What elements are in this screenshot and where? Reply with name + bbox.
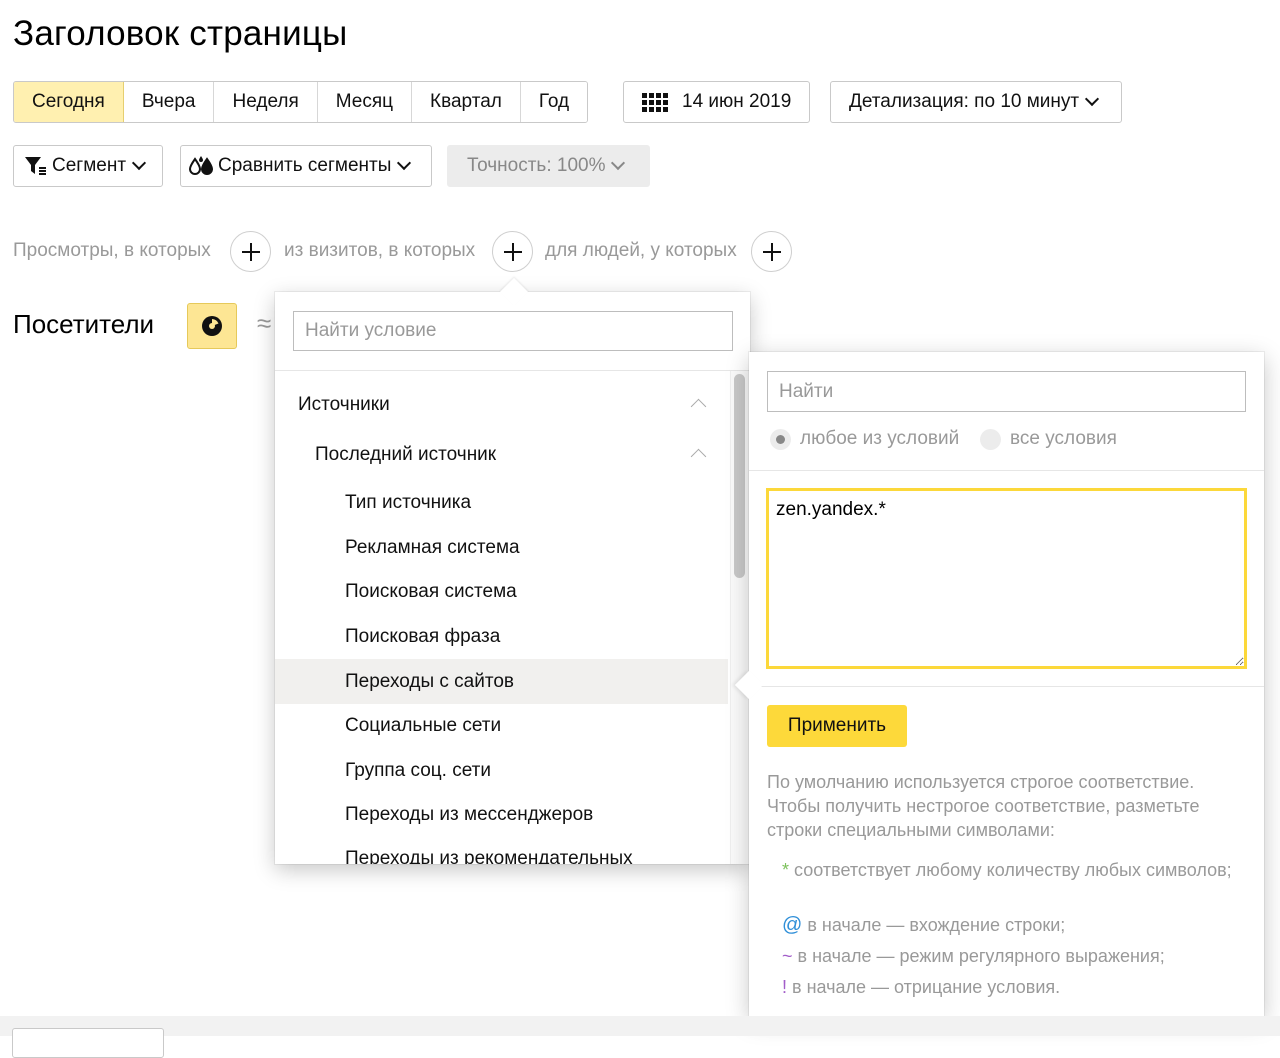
pie-chart-icon bbox=[202, 316, 222, 336]
period-selector: Сегодня Вчера Неделя Месяц Квартал Год bbox=[13, 81, 589, 123]
funnel-icon bbox=[25, 157, 46, 175]
list-item-label: Последний источник bbox=[315, 444, 497, 465]
period-year[interactable]: Год bbox=[520, 82, 588, 122]
visitors-title: Посетители bbox=[13, 309, 155, 339]
approx-sign: ≈ bbox=[257, 308, 272, 338]
list-item[interactable]: Группа соц. сети bbox=[275, 748, 728, 793]
period-yesterday[interactable]: Вчера bbox=[123, 82, 215, 122]
apply-button[interactable]: Применить bbox=[767, 705, 907, 747]
chevron-up-icon bbox=[690, 398, 707, 415]
condition-search-input[interactable] bbox=[293, 311, 733, 351]
people-condition-label: для людей, у которых bbox=[545, 240, 737, 261]
period-today[interactable]: Сегодня bbox=[14, 82, 124, 122]
hint-item-regex: ~ в начале — режим регулярного выражения… bbox=[782, 944, 1242, 968]
views-condition-label: Просмотры, в которых bbox=[13, 240, 211, 261]
detail-label: Детализация: по 10 минут bbox=[849, 91, 1080, 112]
scrollbar-thumb[interactable] bbox=[734, 374, 745, 578]
hint-item-wildcard: * соответствует любому количеству любых … bbox=[782, 858, 1242, 882]
list-item-sources[interactable]: Источники bbox=[275, 382, 728, 427]
accuracy-button[interactable]: Точность: 100% bbox=[447, 145, 650, 187]
radio-label: все условия bbox=[1010, 428, 1117, 449]
radio-any-condition[interactable]: любое из условий bbox=[770, 428, 959, 450]
segment-button[interactable]: Сегмент bbox=[13, 145, 163, 187]
at-symbol: @ bbox=[782, 914, 803, 936]
list-item-highlighted[interactable]: Переходы с сайтов bbox=[275, 659, 728, 704]
period-quarter[interactable]: Квартал bbox=[412, 82, 521, 122]
hint-item-text: соответствует любому количеству любых си… bbox=[789, 860, 1232, 880]
chevron-down-icon bbox=[397, 155, 412, 171]
period-week[interactable]: Неделя bbox=[214, 82, 318, 122]
radio-label: любое из условий bbox=[800, 428, 960, 449]
divider bbox=[749, 470, 1264, 471]
add-visits-condition-button[interactable] bbox=[492, 231, 533, 272]
chevron-down-icon bbox=[611, 155, 626, 171]
hint-item-contains: @ в начале — вхождение строки; bbox=[782, 913, 1242, 937]
accuracy-label: Точность: 100% bbox=[467, 155, 606, 176]
period-month[interactable]: Месяц bbox=[317, 82, 413, 122]
bottom-strip bbox=[0, 1016, 1280, 1036]
chart-type-button[interactable] bbox=[187, 303, 237, 349]
asterisk-symbol: * bbox=[782, 860, 790, 880]
radio-dot bbox=[770, 428, 791, 450]
bottom-button[interactable] bbox=[12, 1028, 164, 1058]
list-item-last-source[interactable]: Последний источник bbox=[275, 432, 728, 477]
divider bbox=[749, 686, 1264, 687]
hint-item-text: в начале — режим регулярного выражения; bbox=[792, 946, 1165, 966]
compare-segments-button[interactable]: Сравнить сегменты bbox=[180, 145, 432, 187]
compare-segments-label: Сравнить сегменты bbox=[218, 155, 392, 176]
radio-dot bbox=[980, 428, 1001, 450]
list-item-label: Источники bbox=[298, 394, 390, 415]
add-views-condition-button[interactable] bbox=[230, 231, 271, 272]
list-item[interactable]: Переходы из рекомендательных bbox=[275, 836, 728, 864]
list-item[interactable]: Тип источника bbox=[275, 480, 728, 525]
list-item[interactable]: Поисковая фраза bbox=[275, 614, 728, 659]
add-people-condition-button[interactable] bbox=[751, 231, 792, 272]
hint-item-text: в начале — отрицание условия. bbox=[787, 977, 1061, 997]
calendar-icon bbox=[642, 92, 668, 112]
list-item[interactable]: Поисковая система bbox=[275, 569, 728, 614]
chevron-down-icon bbox=[131, 155, 147, 171]
list-item[interactable]: Переходы из мессенджеров bbox=[275, 792, 728, 837]
hint-text: По умолчанию используется строгое соотве… bbox=[767, 772, 1200, 840]
drops-icon bbox=[189, 156, 214, 175]
chevron-up-icon bbox=[690, 448, 707, 465]
date-label: 14 июн 2019 bbox=[682, 91, 792, 112]
condition-dropdown: Источники Последний источник Тип источни… bbox=[275, 292, 750, 864]
visits-condition-label: из визитов, в которых bbox=[284, 240, 476, 261]
date-picker-button[interactable]: 14 июн 2019 bbox=[623, 81, 810, 123]
value-search-input[interactable] bbox=[767, 371, 1246, 412]
tilde-symbol: ~ bbox=[782, 946, 793, 966]
radio-all-conditions[interactable]: все условия bbox=[980, 428, 1117, 450]
list-item[interactable]: Социальные сети bbox=[275, 703, 728, 748]
segment-label: Сегмент bbox=[52, 155, 127, 176]
detail-dropdown-button[interactable]: Детализация: по 10 минут bbox=[830, 81, 1122, 123]
list-item[interactable]: Рекламная система bbox=[275, 525, 728, 570]
hint-item-text: в начале — вхождение строки; bbox=[802, 915, 1066, 935]
value-textarea[interactable] bbox=[766, 488, 1247, 669]
condition-value-panel: любое из условий все условия Применить П… bbox=[749, 352, 1264, 1016]
condition-list: Источники Последний источник Тип источни… bbox=[275, 371, 730, 864]
chevron-down-icon bbox=[1085, 91, 1100, 107]
hint-item-negation: ! в начале — отрицание условия. bbox=[782, 975, 1242, 999]
page-title: Заголовок страницы bbox=[13, 14, 348, 53]
